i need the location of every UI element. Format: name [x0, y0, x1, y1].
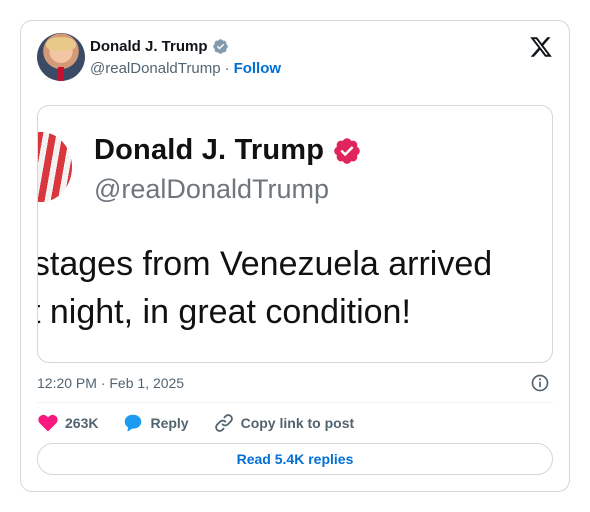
media-author-handle: @realDonaldTrump: [94, 174, 329, 204]
handle-separator: ·: [224, 60, 230, 77]
post-timestamp[interactable]: 12:20 PM · Feb 1, 2025: [37, 375, 184, 391]
divider: [37, 402, 553, 403]
copy-link-button[interactable]: Copy link to post: [213, 412, 355, 434]
media-name-row: Donald J. Trump: [94, 134, 362, 167]
media-avatar: [38, 132, 72, 202]
speech-bubble-icon: [125, 414, 142, 432]
heart-icon: [38, 414, 58, 432]
media-post-text: ostages from Venezuela arrived st night, …: [37, 240, 552, 336]
post-media-image[interactable]: Donald J. Trump @realDonaldTrump ostages…: [37, 105, 553, 363]
link-icon: [214, 414, 233, 432]
media-text-line: ostages from Venezuela arrived: [37, 245, 493, 283]
avatar-tie: [58, 67, 64, 81]
like-button[interactable]: 263K: [37, 412, 98, 434]
embedded-post-card[interactable]: Donald J. Trump @realDonaldTrump · Follo…: [20, 20, 570, 492]
author-name[interactable]: Donald J. Trump: [90, 38, 208, 55]
copy-link-label: Copy link to post: [240, 415, 355, 431]
author-handle[interactable]: @realDonaldTrump: [90, 60, 221, 77]
author-avatar[interactable]: [37, 33, 85, 81]
action-bar: 263K Reply Copy link to post: [37, 413, 378, 433]
media-text-line: st night, in great condition!: [37, 293, 411, 331]
like-count: 263K: [65, 415, 99, 431]
media-author-name: Donald J. Trump: [94, 134, 325, 166]
author-name-row: Donald J. Trump: [90, 38, 229, 55]
reply-label: Reply: [150, 415, 189, 431]
info-icon[interactable]: [530, 373, 550, 393]
author-handle-row: @realDonaldTrump · Follow: [90, 60, 281, 77]
follow-link[interactable]: Follow: [234, 60, 282, 77]
reply-button[interactable]: Reply: [122, 412, 189, 434]
x-logo-icon[interactable]: [529, 35, 553, 59]
read-replies-button[interactable]: Read 5.4K replies: [37, 443, 553, 475]
avatar-hair: [46, 37, 76, 51]
verified-badge-icon: [334, 137, 360, 164]
verified-badge-icon: [212, 39, 228, 54]
